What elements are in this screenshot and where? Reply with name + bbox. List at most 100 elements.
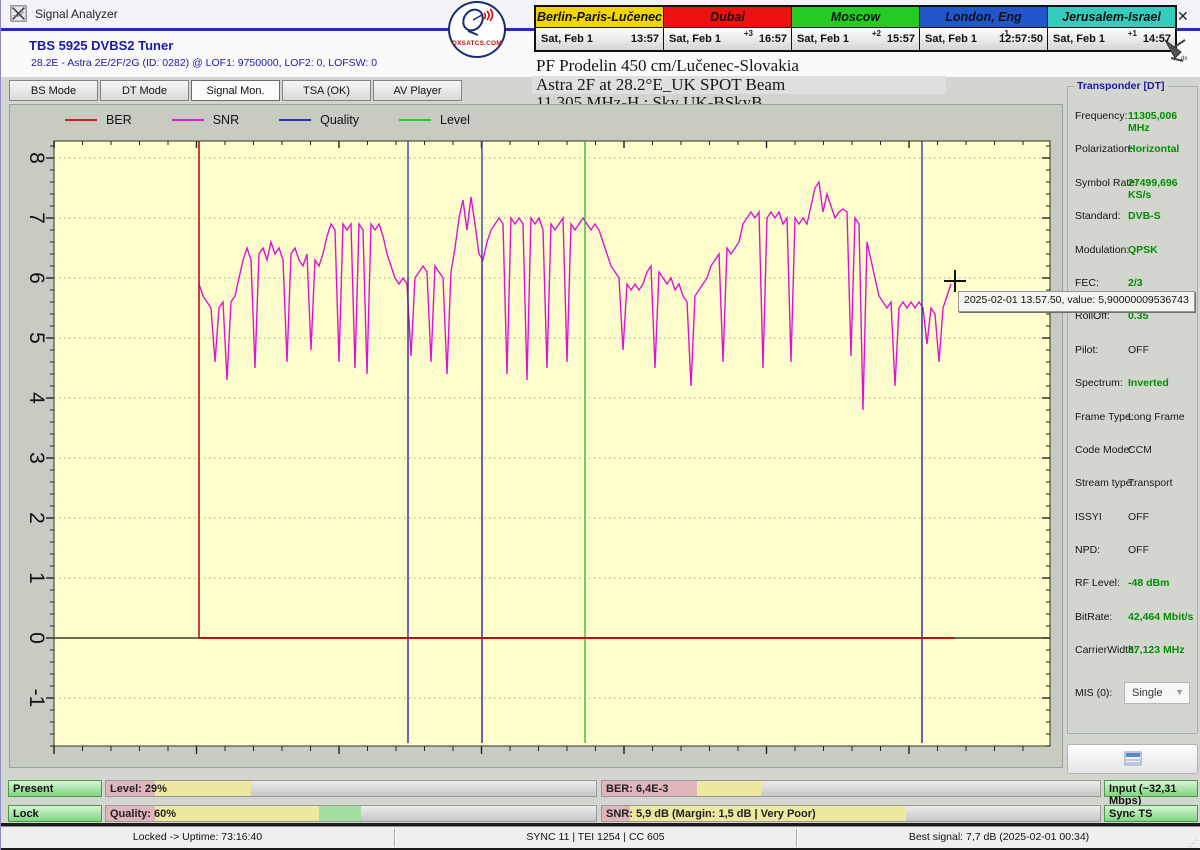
clock-city: Moscow xyxy=(792,7,919,28)
svg-text:0: 0 xyxy=(25,632,48,644)
transponder-row-label: NPD: xyxy=(1075,544,1100,556)
transponder-row: Frame Type:Long Frame xyxy=(1068,402,1197,435)
level-bar-label: Level: 29% xyxy=(110,783,167,795)
transponder-row-value: 27499,696 KS/s xyxy=(1128,177,1196,201)
status-sync-counters: SYNC 11 | TEI 1254 | CC 605 xyxy=(395,831,796,843)
transponder-row-label: RF Level: xyxy=(1075,577,1120,589)
lock-badge: Lock xyxy=(8,805,102,822)
clock-date: Sat, Feb 1 xyxy=(797,33,849,45)
snr-bar: SNR: 5,9 dB (Margin: 1,5 dB | Very Poor) xyxy=(601,805,1101,822)
chevron-down-icon: ▼ xyxy=(1175,687,1184,697)
sync-ts-badge: Sync TS xyxy=(1104,805,1198,822)
input-badge: Input (~32,31 Mbps) xyxy=(1104,780,1198,797)
svg-text:dx: dx xyxy=(1181,56,1187,62)
quality-bar-label: Quality: 60% xyxy=(110,808,176,820)
clock-london: London, Eng Sat, Feb 1 -1 12:57:50 xyxy=(920,7,1048,50)
clock-jerusalem: Jerusalem-Israel Sat, Feb 1 +1 14:57 xyxy=(1048,7,1175,50)
transponder-title: Transponder [DT] xyxy=(1074,80,1168,92)
bar-segment xyxy=(319,806,361,821)
signal-mon-button[interactable]: Signal Mon. xyxy=(191,80,280,101)
transponder-row-value: CCM xyxy=(1128,444,1196,456)
transponder-row-value: 2/3 xyxy=(1128,277,1196,289)
transponder-row-value: Horizontal xyxy=(1128,143,1196,155)
clock-time: 15:57 xyxy=(887,33,915,45)
transponder-row-label: Pilot: xyxy=(1075,344,1098,356)
transponder-row-value: -48 dBm xyxy=(1128,577,1196,589)
clock-city: Jerusalem-Israel xyxy=(1048,7,1175,28)
transponder-row: Polarization:Horizontal xyxy=(1068,134,1197,167)
list-icon xyxy=(1124,751,1142,766)
svg-text:3: 3 xyxy=(25,452,48,464)
transponder-row-label: RollOff: xyxy=(1075,310,1110,322)
mis-dropdown[interactable]: Single ▼ xyxy=(1124,682,1190,704)
transponder-row-value: 37,123 MHz xyxy=(1128,644,1196,656)
clock-moscow: Moscow Sat, Feb 1 +2 15:57 xyxy=(792,7,920,50)
bar-segment xyxy=(155,806,319,821)
transponder-row-value: 0.35 xyxy=(1128,310,1196,322)
clock-offset: +3 xyxy=(744,29,753,38)
clock-berlin: Berlin-Paris-Lučenec Sat, Feb 1 13:57 xyxy=(536,7,664,50)
clock-time: 13:57 xyxy=(631,33,659,45)
clock-date: Sat, Feb 1 xyxy=(925,33,977,45)
transponder-list-button[interactable] xyxy=(1067,744,1198,774)
transponder-row-label: Code Mode: xyxy=(1075,444,1132,456)
ber-bar: BER: 6,4E-3 xyxy=(601,780,1101,797)
svg-text:4: 4 xyxy=(25,392,48,404)
transponder-row-label: FEC: xyxy=(1075,277,1099,289)
satellite-cursor-icon: dx xyxy=(1161,36,1191,62)
close-icon[interactable]: ✕ xyxy=(1177,8,1189,25)
tsa-button[interactable]: TSA (OK) xyxy=(282,80,371,101)
svg-text:7: 7 xyxy=(25,212,48,224)
status-uptime: Locked -> Uptime: 73:16:40 xyxy=(1,831,394,843)
tuner-details: 28.2E - Astra 2E/2F/2G (ID: 0282) @ LOF1… xyxy=(31,57,377,69)
clock-city: Berlin-Paris-Lučenec xyxy=(536,7,663,28)
svg-text:6: 6 xyxy=(25,272,48,284)
present-badge: Present xyxy=(8,780,102,797)
dt-mode-button[interactable]: DT Mode xyxy=(100,80,189,101)
dxsatcs-logo: DXSATCS.COM xyxy=(448,1,506,58)
transponder-row-label: Spectrum: xyxy=(1075,377,1123,389)
svg-text:1: 1 xyxy=(25,572,48,584)
signal-analyzer-window: Signal Analyzer TBS 5925 DVBS2 Tuner 28.… xyxy=(0,0,1200,850)
transponder-row: Stream type:Transport xyxy=(1068,468,1197,501)
window-title: Signal Analyzer xyxy=(35,7,118,21)
resize-grip[interactable]: ⋰ xyxy=(1189,838,1198,849)
bar-segment xyxy=(155,781,251,796)
mis-value: Single xyxy=(1132,687,1163,699)
tuner-name: TBS 5925 DVBS2 Tuner xyxy=(29,38,173,53)
av-player-button[interactable]: AV Player xyxy=(373,80,462,101)
transponder-row-value: Long Frame xyxy=(1128,411,1196,423)
transponder-row: Modulation:QPSK xyxy=(1068,235,1197,268)
clock-offset: +1 xyxy=(1128,29,1137,38)
transponder-row: Symbol Rate:27499,696 KS/s xyxy=(1068,168,1197,201)
transponder-row: ISSYIOFF xyxy=(1068,502,1197,535)
logo-text: DXSATCS.COM xyxy=(450,40,504,47)
transponder-row-value: QPSK xyxy=(1128,244,1196,256)
bs-mode-button[interactable]: BS Mode xyxy=(9,80,98,101)
mode-button-row: BS Mode DT Mode Signal Mon. TSA (OK) AV … xyxy=(9,80,462,101)
level-bar: Level: 29% xyxy=(105,780,597,797)
status-best-signal: Best signal: 7,7 dB (2025-02-01 00:34) xyxy=(797,831,1200,843)
clock-time: 16:57 xyxy=(759,33,787,45)
transponder-row-value: OFF xyxy=(1128,344,1196,356)
signal-chart-panel: BER SNR Quality Level 876543210-1 xyxy=(9,104,1063,768)
info-line-2: Astra 2F at 28.2°E_UK SPOT Beam xyxy=(532,76,946,95)
transponder-row-value: 42,464 Mbit/s xyxy=(1128,611,1196,623)
transponder-row: Pilot: OFF xyxy=(1068,335,1197,368)
snr-bar-label: SNR: 5,9 dB (Margin: 1,5 dB | Very Poor) xyxy=(606,808,816,820)
transponder-row: BitRate:42,464 Mbit/s xyxy=(1068,602,1197,635)
transponder-row-value: Transport xyxy=(1128,477,1196,489)
transponder-row-label: Standard: xyxy=(1075,210,1121,222)
chart-tooltip: 2025-02-01 13.57.50, value: 5,9000000953… xyxy=(958,291,1195,312)
clock-city: Dubai xyxy=(664,7,791,28)
transponder-panel: Transponder [DT] Frequency:11305,006 MHz… xyxy=(1067,86,1198,734)
status-bar: Locked -> Uptime: 73:16:40 SYNC 11 | TEI… xyxy=(1,826,1200,849)
transponder-row-value: Inverted xyxy=(1128,377,1196,389)
transponder-row-label: Frame Type: xyxy=(1075,411,1134,423)
snr-time-chart[interactable]: 876543210-1 xyxy=(10,105,1062,767)
transponder-row: Code Mode:CCM xyxy=(1068,435,1197,468)
mis-label: MIS (0): xyxy=(1075,687,1112,699)
transponder-row: CarrierWidth:37,123 MHz xyxy=(1068,635,1197,668)
transponder-row: Standard:DVB-S xyxy=(1068,201,1197,234)
transponder-row: Spectrum: Inverted xyxy=(1068,368,1197,401)
